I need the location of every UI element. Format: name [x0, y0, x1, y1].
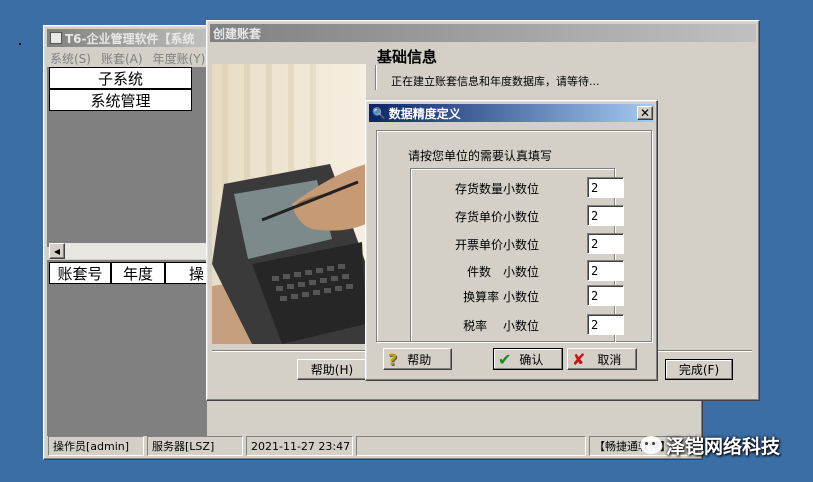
- year-header: 年度: [111, 262, 165, 284]
- question-icon: ?: [388, 349, 398, 369]
- confirm-button-label: 确认: [519, 352, 544, 367]
- menu-year[interactable]: 年度账(Y): [153, 50, 206, 66]
- inventory-price-decimal-field[interactable]: 2: [587, 205, 624, 226]
- wizard-help-button[interactable]: 帮助(H): [297, 359, 367, 380]
- account-id-header: 账套号: [49, 262, 111, 284]
- account-grid: 账套号 年度 操: [47, 260, 207, 436]
- field-label: 存货单价小数位: [454, 210, 539, 224]
- watermark-text: 泽铠网络科技: [666, 435, 781, 458]
- horizontal-scrollbar[interactable]: ◀: [49, 243, 207, 259]
- conversion-rate-decimal-field[interactable]: 2: [587, 285, 624, 306]
- wizard-finish-button[interactable]: 完成(F): [665, 359, 733, 380]
- heading-divider: [375, 65, 377, 90]
- desktop-dot: [19, 43, 21, 45]
- subsystem-header: 子系统: [49, 67, 192, 89]
- inventory-qty-decimal-field[interactable]: 2: [587, 177, 624, 198]
- invoice-price-decimal-field[interactable]: 2: [587, 233, 624, 254]
- menu-system[interactable]: 系统(S): [50, 50, 91, 66]
- status-message: 正在建立账套信息和年度数据库，请等待...: [391, 75, 600, 88]
- create-dialog-title: 创建账套: [213, 26, 262, 41]
- checkmark-icon: ✔: [498, 349, 512, 369]
- operation-header: 操: [165, 262, 207, 284]
- status-bar: 操作员[admin] 服务器[LSZ] 2021-11-27 23:47 【畅捷…: [47, 433, 699, 458]
- precision-group: 请按您单位的需要认真填写 存货数量小数位 2 存货单价小数位 2 开票单价小数位…: [376, 130, 652, 342]
- watermark: 泽铠网络科技: [640, 432, 780, 458]
- field-label: 存货数量小数位: [454, 182, 539, 196]
- subsystem-grid: 子系统 系统管理: [47, 67, 207, 247]
- instruction-text: 请按您单位的需要认真填写: [408, 149, 553, 163]
- main-title-bar[interactable]: T6-企业管理软件【系统: [47, 29, 207, 47]
- status-empty: [356, 436, 586, 456]
- cancel-button[interactable]: ✘ 取消: [567, 348, 637, 370]
- precision-dialog-title-bar[interactable]: 🔍 数据精度定义: [369, 104, 654, 122]
- precision-dialog: 🔍 数据精度定义 ✕ 请按您单位的需要认真填写 存货数量小数位 2 存货单价小数…: [365, 100, 658, 381]
- field-label: 件数 小数位: [466, 265, 539, 279]
- precision-dialog-title: 数据精度定义: [388, 106, 461, 121]
- status-server: 服务器[LSZ]: [147, 436, 243, 456]
- close-icon[interactable]: ✕: [637, 106, 653, 120]
- menu-bar: 系统(S) 账套(A) 年度账(Y): [50, 50, 205, 66]
- key-icon: 🔍: [372, 106, 386, 120]
- field-label: 换算率 小数位: [463, 290, 539, 304]
- create-dialog-title-bar[interactable]: 创建账套: [210, 24, 756, 42]
- help-button-label: 帮助: [407, 352, 432, 367]
- help-button[interactable]: ? 帮助: [383, 348, 452, 370]
- fields-panel: 存货数量小数位 2 存货单价小数位 2 开票单价小数位 2 件数 小数位 2 换…: [410, 168, 624, 342]
- main-window-title: T6-企业管理软件【系统: [65, 31, 195, 46]
- scroll-left-icon[interactable]: ◀: [49, 243, 65, 259]
- tablet-illustration: [212, 64, 366, 344]
- heading-title: 基础信息: [377, 48, 438, 66]
- tablet-hand-icon: [212, 64, 366, 344]
- chat-logo-icon: [640, 436, 662, 454]
- field-label: 开票单价小数位: [454, 238, 539, 252]
- status-datetime: 2021-11-27 23:47: [246, 436, 353, 456]
- x-mark-icon: ✘: [572, 349, 586, 369]
- confirm-button[interactable]: ✔ 确认: [493, 348, 563, 370]
- menu-account[interactable]: 账套(A): [101, 50, 143, 66]
- status-operator: 操作员[admin]: [48, 436, 144, 456]
- app-icon: [50, 32, 62, 44]
- piece-count-decimal-field[interactable]: 2: [587, 260, 624, 281]
- subsystem-row[interactable]: 系统管理: [49, 89, 192, 111]
- tax-rate-decimal-field[interactable]: 2: [587, 314, 624, 335]
- cancel-button-label: 取消: [597, 352, 622, 367]
- field-label: 税率 小数位: [463, 319, 539, 333]
